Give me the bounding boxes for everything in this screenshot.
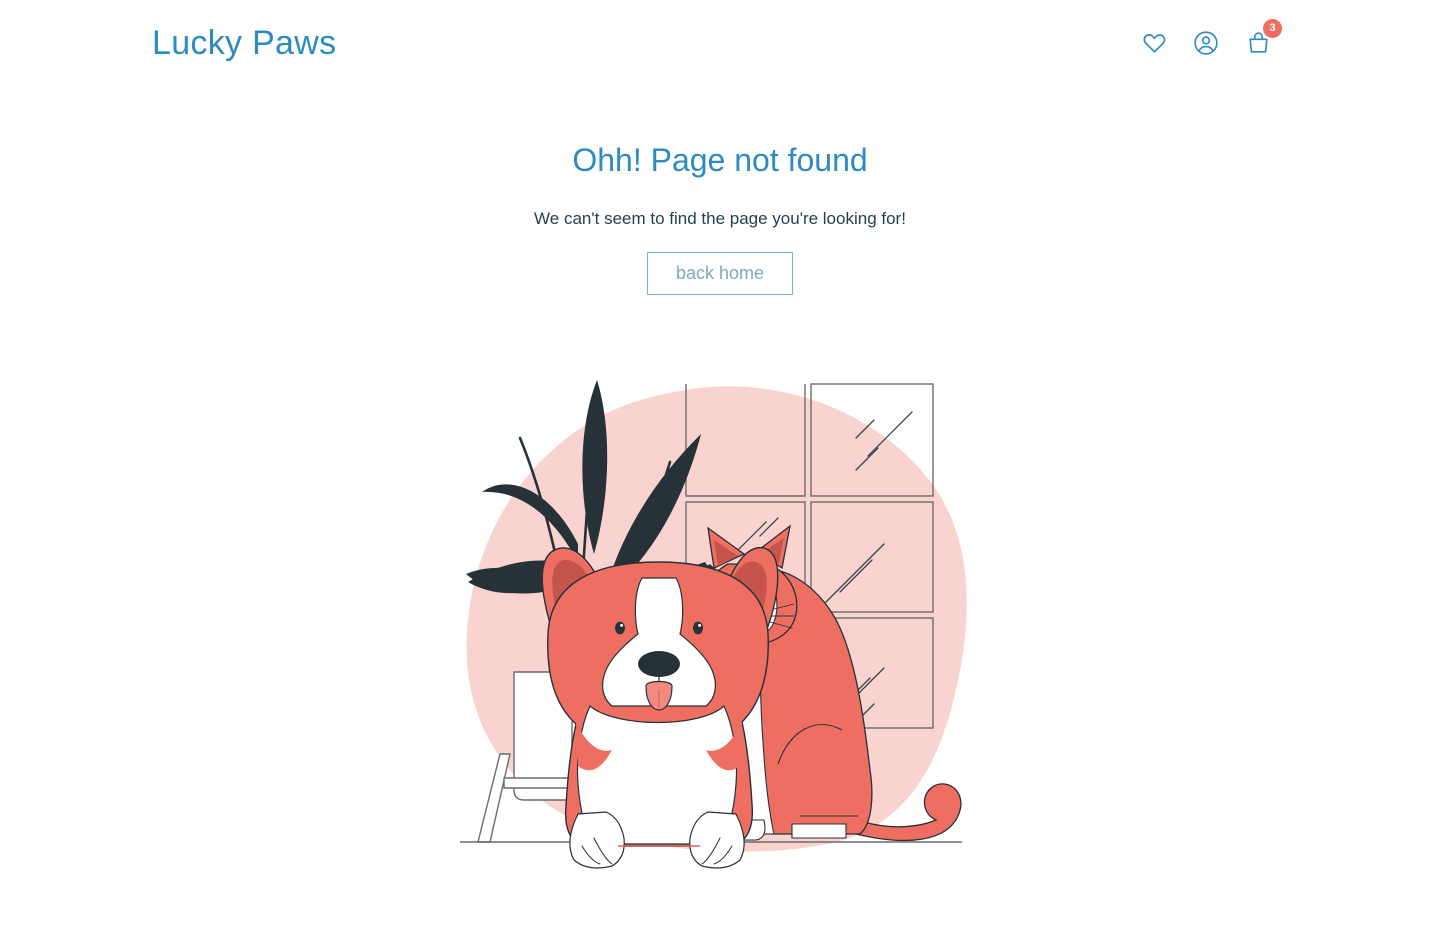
back-home-button-wrap: back home [0, 252, 1440, 296]
page-subtitle: We can't seem to find the page you're lo… [534, 209, 906, 229]
cart-button[interactable]: 3 [1243, 19, 1282, 58]
main-content: Ohh! Page not found We can't seem to fin… [0, 86, 1440, 296]
back-home-button[interactable]: back home [646, 252, 794, 296]
wishlist-button[interactable] [1139, 28, 1169, 58]
illustration-container [0, 376, 1440, 896]
heart-icon [1142, 31, 1167, 56]
dog-and-cat-by-window-illustration [460, 380, 967, 869]
header-actions: 3 [1139, 19, 1282, 58]
page-title: Ohh! Page not found [572, 142, 868, 178]
user-circle-icon [1193, 30, 1219, 56]
cart-count-badge: 3 [1263, 19, 1282, 38]
brand-logo[interactable]: Lucky Paws [152, 26, 336, 60]
site-header: Lucky Paws 3 [0, 0, 1440, 86]
account-button[interactable] [1191, 28, 1221, 58]
dog-illustration [541, 547, 779, 869]
